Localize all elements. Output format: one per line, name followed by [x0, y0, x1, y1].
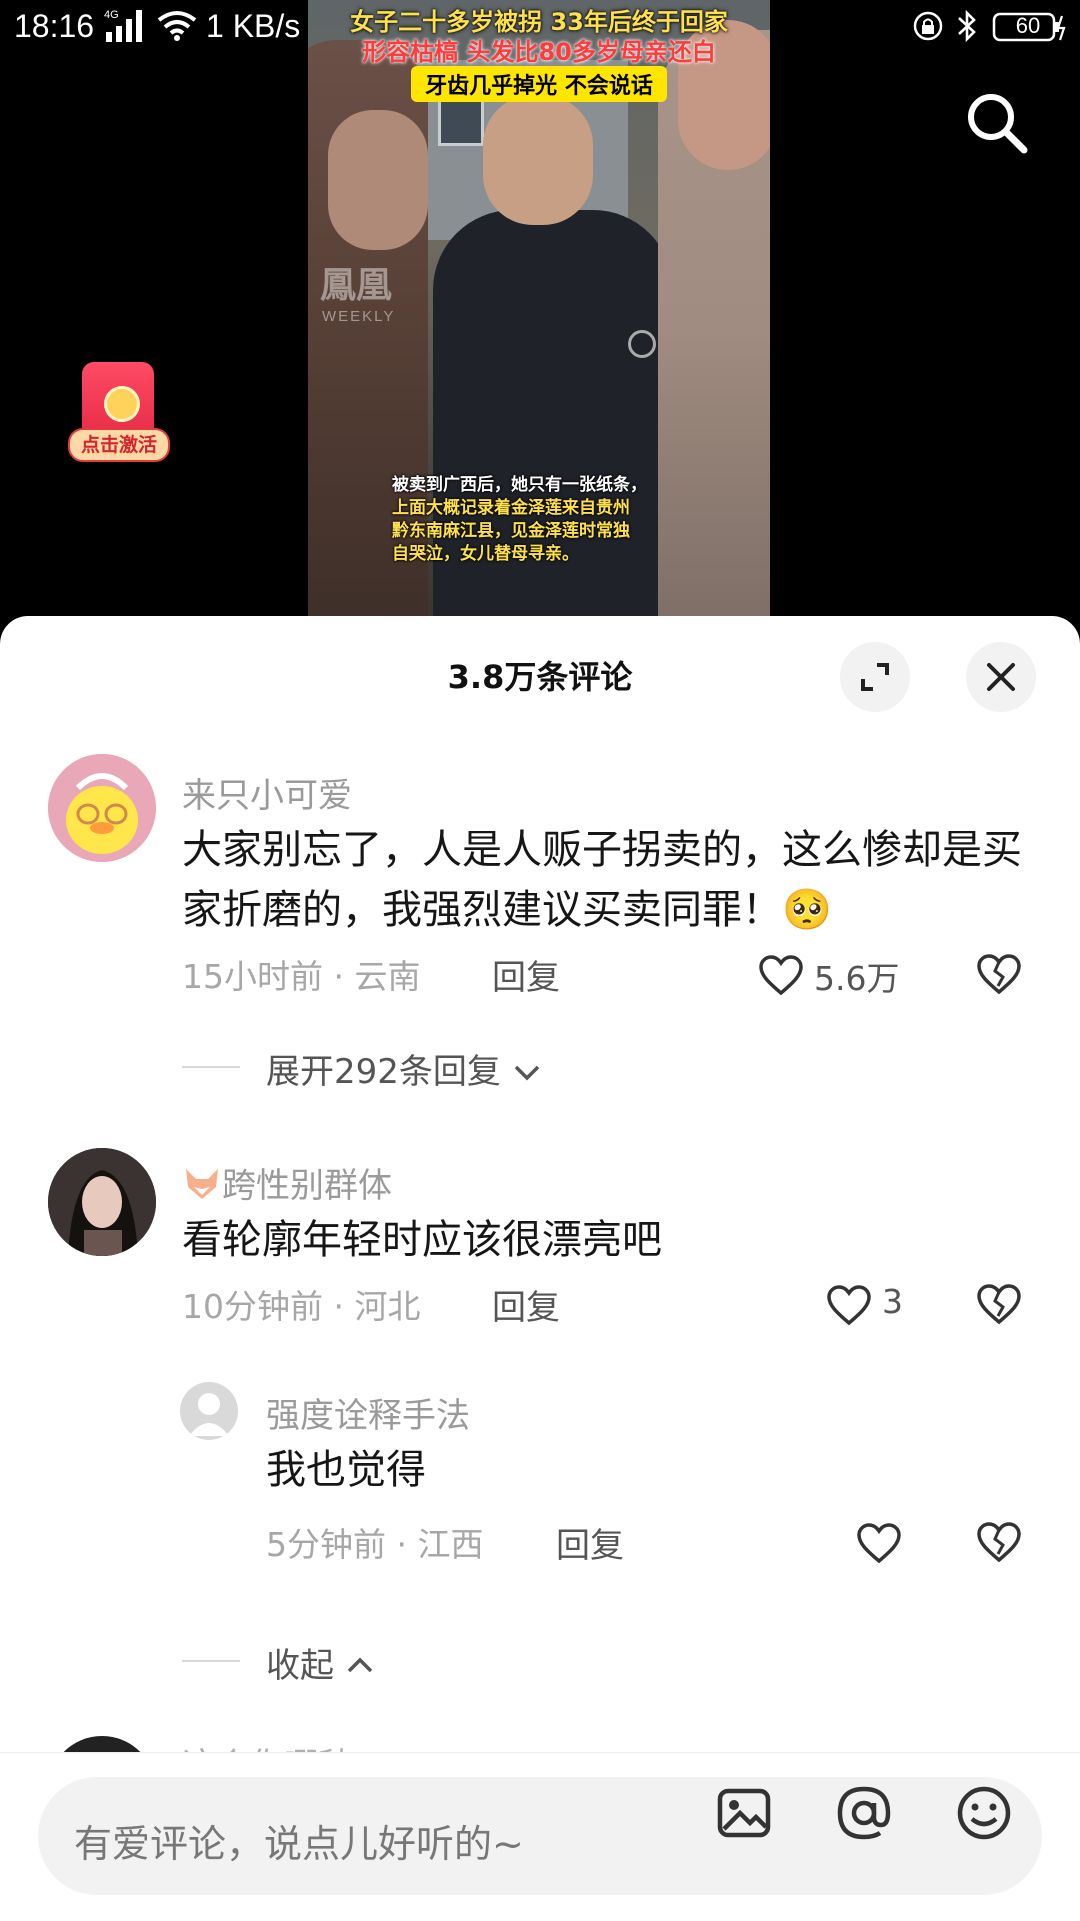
comment-time-location: 15小时前 · 云南	[182, 957, 421, 996]
comments-sheet: 3.8万条评论 来只小可爱 大家别忘了，人是人贩子拐卖的，这么惨却是买家折磨的，…	[0, 616, 1080, 1920]
coin-icon	[104, 386, 140, 422]
comment-text: 大家别忘了，人是人贩子拐卖的，这么惨却是买家折磨的，我强烈建议买卖同罪！🥺	[182, 827, 1022, 933]
reply-button[interactable]: 回复	[492, 1280, 560, 1329]
comment-time-location: 10分钟前 · 河北	[182, 1287, 421, 1326]
video-player[interactable]: 女子二十多岁被拐 33年后终于回家 形容枯槁 头发比80多岁母亲还白 牙齿几乎掉…	[308, 0, 770, 620]
comments-count-title: 3.8万条评论	[447, 658, 633, 696]
video-face-center	[483, 95, 593, 225]
wifi-icon	[157, 11, 197, 41]
comment-input-bar: 有爱评论，说点儿好听的~	[0, 1752, 1080, 1921]
reply-button[interactable]: 回复	[556, 1518, 624, 1567]
reply-text: 我也觉得	[266, 1447, 426, 1493]
chevron-up-icon	[347, 1657, 373, 1673]
comment-username-row[interactable]: 跨性别群体	[182, 1158, 392, 1207]
collapse-label: 收起	[266, 1646, 334, 1686]
broken-heart-icon[interactable]	[976, 1282, 1022, 1326]
shirt-logo	[628, 330, 656, 358]
network-type-label: 4G	[104, 9, 119, 21]
default-user-icon	[189, 1393, 229, 1436]
expand-button[interactable]	[840, 642, 910, 712]
heart-icon[interactable]	[826, 1284, 872, 1326]
comment-username: 跨性别群体	[222, 1166, 392, 1206]
fox-badge-icon	[186, 1169, 218, 1199]
collapse-replies-button[interactable]: 收起	[266, 1638, 375, 1687]
comment-input-placeholder: 有爱评论，说点儿好听的~	[74, 1822, 524, 1866]
heart-icon[interactable]	[856, 1522, 902, 1564]
caption-line-3: 黔东南麻江县，见金泽莲时常独	[392, 521, 630, 541]
video-watermark: 鳳凰	[320, 265, 393, 306]
reply-button[interactable]: 回复	[492, 950, 560, 999]
at-icon[interactable]	[834, 1783, 894, 1843]
expand-icon	[861, 663, 889, 691]
chevron-down-icon	[514, 1065, 539, 1081]
status-time: 18:16	[14, 8, 95, 44]
video-watermark-sub: WEEKLY	[322, 308, 396, 325]
red-packet-button[interactable]: 点击激活	[68, 362, 170, 464]
caption-line-4: 自哭泣，女儿替母寻亲。	[392, 544, 579, 564]
comment-text: 看轮廓年轻时应该很漂亮吧	[182, 1217, 662, 1263]
red-packet-label: 点击激活	[68, 428, 170, 462]
expand-replies-label: 展开292条回复	[266, 1052, 501, 1092]
like-count: 5.6万	[814, 959, 900, 998]
video-caption: 被卖到广西后，她只有一张纸条， 上面大概记录着金泽莲来自贵州 黔东南麻江县，见金…	[392, 474, 712, 566]
battery-level: 60	[1015, 13, 1041, 38]
heart-icon[interactable]	[758, 954, 804, 996]
profile-photo-icon	[48, 1148, 156, 1256]
duck-avatar-icon	[48, 754, 156, 862]
broken-heart-icon[interactable]	[976, 952, 1022, 996]
image-icon[interactable]	[714, 1783, 774, 1843]
network-speed: 1 KB/s	[206, 8, 301, 44]
search-icon[interactable]	[962, 88, 1032, 158]
caption-line-2: 上面大概记录着金泽莲来自贵州	[392, 498, 630, 518]
video-title-line-3: 牙齿几乎掉光 不会说话	[411, 66, 667, 102]
reply-username[interactable]: 强度诠释手法	[266, 1388, 470, 1437]
avatar[interactable]	[48, 1148, 156, 1256]
avatar[interactable]	[48, 754, 156, 862]
cellular-signal-icon: 4G	[104, 9, 142, 42]
close-icon	[987, 663, 1015, 691]
bluetooth-icon	[958, 9, 976, 43]
avatar[interactable]	[180, 1382, 238, 1440]
rotation-lock-icon	[913, 11, 943, 41]
broken-heart-icon[interactable]	[976, 1520, 1022, 1564]
close-button[interactable]	[966, 642, 1036, 712]
divider-line	[182, 1066, 240, 1068]
video-face-left	[328, 110, 428, 250]
divider-line	[182, 1660, 240, 1662]
emoji-icon[interactable]	[954, 1783, 1014, 1843]
caption-line-1: 被卖到广西后，她只有一张纸条，	[392, 475, 647, 495]
like-count: 3	[882, 1282, 903, 1321]
video-title-line-2: 形容枯槁 头发比80多岁母亲还白	[362, 38, 716, 66]
comment-username[interactable]: 来只小可爱	[182, 768, 352, 817]
expand-replies-button[interactable]: 展开292条回复	[266, 1044, 542, 1093]
reply-time-location: 5分钟前 · 江西	[266, 1525, 484, 1564]
